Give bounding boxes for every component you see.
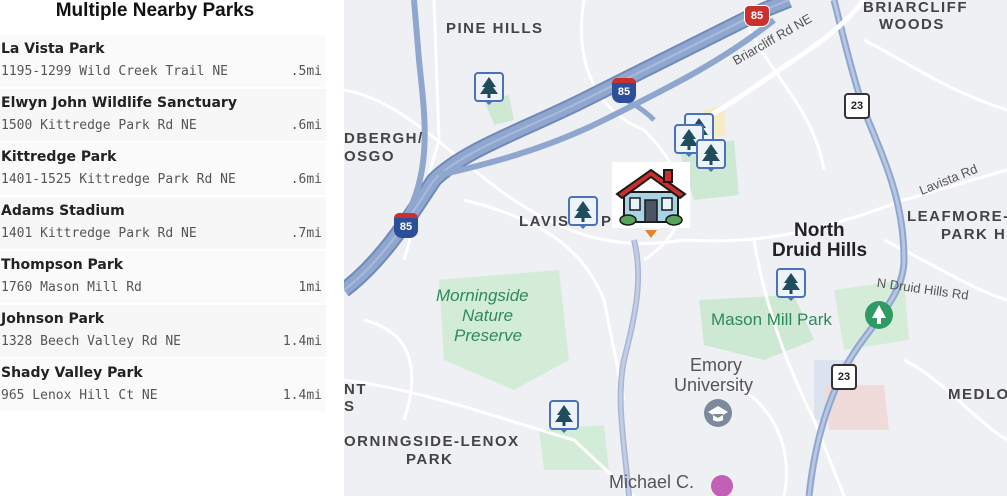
tree-icon (696, 139, 726, 172)
us-23-shield: 23 (831, 364, 857, 390)
tree-icon (549, 400, 579, 433)
minor-roads (344, 0, 1007, 496)
park-address: 1328 Beech Valley Rd NE (1, 334, 182, 349)
park-name: Johnson Park (1, 311, 105, 327)
poi-icon (711, 475, 733, 496)
park-name: Elwyn John Wildlife Sanctuary (1, 95, 237, 111)
park-address: 1401-1525 Kittredge Park Rd NE (1, 172, 236, 187)
park-list-item[interactable]: Adams Stadium 1401 Kittredge Park Rd NE … (0, 197, 326, 251)
park-name: Thompson Park (1, 257, 124, 273)
interstate-85-shield: 85 (612, 78, 636, 103)
park-distance: .6mi (290, 118, 322, 133)
park-list-item[interactable]: Thompson Park 1760 Mason Mill Rd 1mi (0, 251, 326, 305)
park-marker[interactable] (549, 400, 579, 434)
map-view[interactable]: 85 85 85 23 23 PINE HILLS BRIARCLIFF WOO… (344, 0, 1007, 496)
house-icon (612, 162, 690, 238)
park-address: 965 Lenox Hill Ct NE (1, 388, 158, 403)
park-list-panel: Multiple Nearby Parks La Vista Park 1195… (0, 0, 344, 496)
park-name: Kittredge Park (1, 149, 117, 165)
map-label-morningside: Morningside (436, 286, 529, 305)
map-label-lindbergh: OSGO (344, 148, 396, 165)
panel-title: Multiple Nearby Parks (55, 0, 255, 21)
park-distance: 1.4mi (282, 388, 322, 403)
map-label-medlock: MEDLO (948, 386, 1007, 403)
map-label-morningside-lenox: ORNINGSIDE-LENOX (344, 433, 520, 450)
tree-icon (776, 268, 806, 301)
home-marker[interactable] (612, 162, 690, 240)
map-label-mason-mill-park: Mason Mill Park (711, 310, 832, 329)
park-list-item[interactable]: La Vista Park 1195-1299 Wild Creek Trail… (0, 35, 326, 89)
park-list: La Vista Park 1195-1299 Wild Creek Trail… (0, 35, 326, 413)
tree-icon (474, 72, 504, 105)
interstate-85-shield: 85 (744, 5, 770, 27)
park-list-item[interactable]: Elwyn John Wildlife Sanctuary 1500 Kittr… (0, 89, 326, 143)
map-label-partial: NT (344, 381, 367, 398)
map-label-pine-hills: PINE HILLS (446, 20, 544, 37)
map-label-north-druid-hills: Druid Hills (772, 240, 868, 261)
map-label-emory: University (674, 375, 754, 395)
park-address: 1401 Kittredge Park Rd NE (1, 226, 197, 241)
park-marker[interactable] (696, 139, 726, 173)
park-marker[interactable] (568, 196, 598, 230)
park-address: 1760 Mason Mill Rd (1, 280, 142, 295)
map-label-michael-c: Michael C. (609, 472, 695, 492)
map-label-lavista: LAVIS (519, 213, 570, 230)
tree-icon (568, 196, 598, 229)
map-label-leafmore: PARK H (941, 226, 1007, 243)
park-address: 1195-1299 Wild Creek Trail NE (1, 64, 228, 79)
park-name: Adams Stadium (1, 203, 125, 219)
map-label-partial: S (344, 398, 356, 415)
map-label-morningside-lenox: PARK (406, 451, 454, 468)
map-label-briarcliff-woods: BRIARCLIFF (863, 0, 968, 16)
park-marker[interactable] (474, 72, 504, 106)
map-label-north-druid-hills: North (794, 220, 845, 241)
park-list-item[interactable]: Kittredge Park 1401-1525 Kittredge Park … (0, 143, 326, 197)
park-address: 1500 Kittredge Park Rd NE (1, 118, 197, 133)
park-distance: 1mi (298, 280, 322, 295)
map-label-emory: Emory (690, 355, 743, 375)
park-distance: 1.4mi (282, 334, 322, 349)
park-list-item[interactable]: Shady Valley Park 965 Lenox Hill Ct NE 1… (0, 359, 326, 413)
park-distance: .6mi (290, 172, 322, 187)
map-label-leafmore: LEAFMORE- (907, 208, 1007, 225)
park-name: La Vista Park (1, 41, 105, 57)
us-23-shield: 23 (844, 93, 870, 119)
map-label-lavista: P (601, 213, 613, 230)
park-name: Shady Valley Park (1, 365, 143, 381)
map-label-briarcliff-woods: WOODS (879, 16, 945, 33)
map-label-lindbergh: DBERGH/ (344, 130, 424, 147)
park-list-item[interactable]: Johnson Park 1328 Beech Valley Rd NE 1.4… (0, 305, 326, 359)
map-label-morningside: Preserve (454, 326, 523, 345)
map-canvas (344, 0, 1007, 496)
interstate-85-shield: 85 (394, 213, 418, 238)
park-marker[interactable] (776, 268, 806, 302)
park-distance: .5mi (290, 64, 322, 79)
park-distance: .7mi (290, 226, 322, 241)
map-label-morningside: Nature (462, 306, 514, 325)
